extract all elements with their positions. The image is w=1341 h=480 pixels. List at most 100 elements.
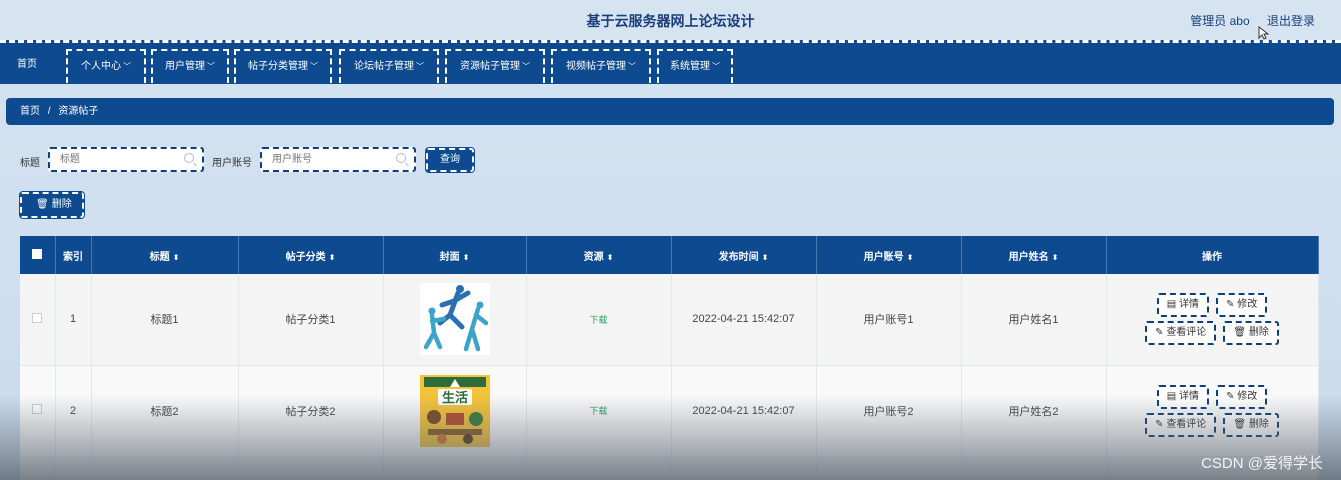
title-search-input[interactable] xyxy=(50,149,202,170)
table-header-row: 索引 标题 ⬍ 帖子分类 ⬍ 封面 ⬍ 资源 ⬍ 发布时间 ⬍ 用户账号 ⬍ 用户姓名 ⬍ 操… xyxy=(20,236,1319,274)
chevron-down-icon: ﹀ xyxy=(712,62,720,71)
header-title[interactable]: 标题 ⬍ xyxy=(91,236,239,274)
row-delete-button[interactable]: 🗑 删除 xyxy=(1223,412,1279,437)
delete-label: 删除 xyxy=(51,199,72,210)
partial-cell xyxy=(55,456,92,480)
search-icon xyxy=(396,153,406,163)
life-book-cover-image[interactable]: 生活 xyxy=(419,374,490,447)
query-button[interactable]: 查询 xyxy=(425,147,475,173)
document-icon: ▤ xyxy=(1166,299,1177,311)
pencil-icon: ✎ xyxy=(1155,418,1164,430)
nav-item-user-management[interactable]: 用户管理 ﹀ xyxy=(151,49,229,83)
header-account[interactable]: 用户账号 ⬍ xyxy=(816,236,962,274)
nav-item-category-management[interactable]: 帖子分类管理 ﹀ xyxy=(234,49,332,83)
user-area: 管理员 abo 退出登录 xyxy=(1176,12,1315,29)
watermark: CSDN @爱得学长 xyxy=(1201,455,1323,472)
sort-icon: ⬍ xyxy=(1051,252,1059,262)
row-delete-button[interactable]: 🗑 删除 xyxy=(1223,321,1279,346)
header-category[interactable]: 帖子分类 ⬍ xyxy=(238,236,384,274)
nav-label: 资源帖子管理 xyxy=(460,61,520,72)
nav-label: 系统管理 xyxy=(670,61,710,72)
trash-icon: 🗑 xyxy=(1233,418,1247,430)
account-search-box xyxy=(260,147,416,172)
download-link[interactable]: 下载 xyxy=(589,406,607,416)
header-published[interactable]: 发布时间 ⬍ xyxy=(671,236,817,274)
cell-actions: ▤ 详情 ✎ 修改 ✎ 查看评论 🗑 删除 xyxy=(1106,274,1319,366)
sort-icon: ⬍ xyxy=(462,252,470,262)
nav-item-resource-post-management[interactable]: 资源帖子管理 ﹀ xyxy=(445,49,545,83)
button-label: 修改 xyxy=(1237,299,1258,311)
partial-cell xyxy=(383,456,527,480)
header-resource[interactable]: 资源 ⬍ xyxy=(526,236,672,274)
download-link[interactable]: 下载 xyxy=(589,315,607,325)
select-all-checkbox[interactable] xyxy=(32,248,43,259)
nav-item-personal-center[interactable]: 个人中心 ﹀ xyxy=(66,49,146,83)
row-checkbox[interactable] xyxy=(32,312,43,323)
header-label: 帖子分类 xyxy=(285,251,326,263)
breadcrumb-home[interactable]: 首页 xyxy=(20,106,40,117)
button-label: 详情 xyxy=(1179,299,1199,311)
sort-icon: ⬍ xyxy=(328,252,336,262)
sports-players-image[interactable] xyxy=(419,283,490,356)
table-row: 1 标题1 帖子分类1 下载 2022-04-21 15:42:07 用户账号1… xyxy=(20,274,1319,366)
account-search-input[interactable] xyxy=(262,149,414,170)
row-checkbox[interactable] xyxy=(32,404,43,414)
document-icon: ▤ xyxy=(1166,390,1177,402)
view-comments-button[interactable]: ✎ 查看评论 xyxy=(1145,321,1217,346)
header-label: 用户姓名 xyxy=(1008,251,1049,263)
button-label: 详情 xyxy=(1179,390,1199,402)
chevron-down-icon: ﹀ xyxy=(123,62,131,71)
sort-icon: ⬍ xyxy=(906,252,914,262)
resource-post-table: 索引 标题 ⬍ 帖子分类 ⬍ 封面 ⬍ 资源 ⬍ 发布时间 ⬍ 用户账号 ⬍ 用户姓名 ⬍ 操… xyxy=(20,236,1319,480)
cell-index: 1 xyxy=(55,274,92,366)
cell-cover: 生活 xyxy=(383,365,527,457)
partial-cell xyxy=(816,456,962,480)
edit-button[interactable]: ✎ 修改 xyxy=(1216,384,1268,409)
detail-button[interactable]: ▤ 详情 xyxy=(1156,293,1209,318)
button-label: 查看评论 xyxy=(1166,327,1207,339)
header-cover[interactable]: 封面 ⬍ xyxy=(383,236,527,274)
header-label: 封面 xyxy=(439,251,460,263)
cell-cover xyxy=(383,274,527,366)
breadcrumb-separator: / xyxy=(47,106,51,117)
cell-resource: 下载 xyxy=(526,274,672,366)
table-row-partial xyxy=(20,456,1319,480)
button-label: 删除 xyxy=(1248,327,1269,339)
cell-category: 帖子分类1 xyxy=(238,274,384,366)
cell-name: 用户姓名1 xyxy=(961,274,1107,366)
header-name[interactable]: 用户姓名 ⬍ xyxy=(961,236,1107,274)
button-label: 删除 xyxy=(1248,418,1269,430)
row-select-cell xyxy=(20,274,56,366)
search-icon xyxy=(184,153,194,163)
nav-item-system-management[interactable]: 系统管理 ﹀ xyxy=(657,49,733,83)
sort-icon: ⬍ xyxy=(606,252,614,262)
logout-link[interactable]: 退出登录 xyxy=(1267,14,1315,28)
partial-cell xyxy=(20,456,56,480)
detail-button[interactable]: ▤ 详情 xyxy=(1156,384,1209,409)
header-label: 发布时间 xyxy=(718,251,759,263)
nav-item-video-post-management[interactable]: 视频帖子管理 ﹀ xyxy=(551,49,651,83)
cell-index: 2 xyxy=(55,365,92,457)
header-label: 资源 xyxy=(583,251,604,263)
mouse-cursor-icon xyxy=(1258,26,1270,40)
main-nav: 首页 个人中心 ﹀ 用户管理 ﹀ 帖子分类管理 ﹀ 论坛帖子管理 ﹀ 资源帖子管理 ﹀ 视… xyxy=(0,40,1341,84)
nav-label: 论坛帖子管理 xyxy=(354,61,414,72)
delete-selected-button[interactable]: 🗑 删除 xyxy=(19,191,85,219)
trash-icon: 🗑 xyxy=(1233,327,1247,339)
edit-button[interactable]: ✎ 修改 xyxy=(1216,293,1268,318)
cell-resource: 下载 xyxy=(526,365,672,457)
cell-title: 标题1 xyxy=(91,274,239,366)
account-search-label: 用户账号 xyxy=(212,158,252,169)
pencil-icon: ✎ xyxy=(1226,299,1235,311)
title-search-label: 标题 xyxy=(20,158,40,169)
nav-item-forum-post-management[interactable]: 论坛帖子管理 ﹀ xyxy=(339,49,439,83)
partial-cell xyxy=(671,456,817,480)
top-header: 基于云服务器网上论坛设计 管理员 abo 退出登录 xyxy=(0,0,1341,40)
pencil-icon: ✎ xyxy=(1155,327,1164,339)
cell-title: 标题2 xyxy=(91,365,239,457)
nav-item-home[interactable]: 首页 xyxy=(6,49,48,83)
partial-cell xyxy=(238,456,384,480)
view-comments-button[interactable]: ✎ 查看评论 xyxy=(1145,412,1217,437)
nav-label: 用户管理 xyxy=(165,61,205,72)
chevron-down-icon: ﹀ xyxy=(522,62,530,71)
